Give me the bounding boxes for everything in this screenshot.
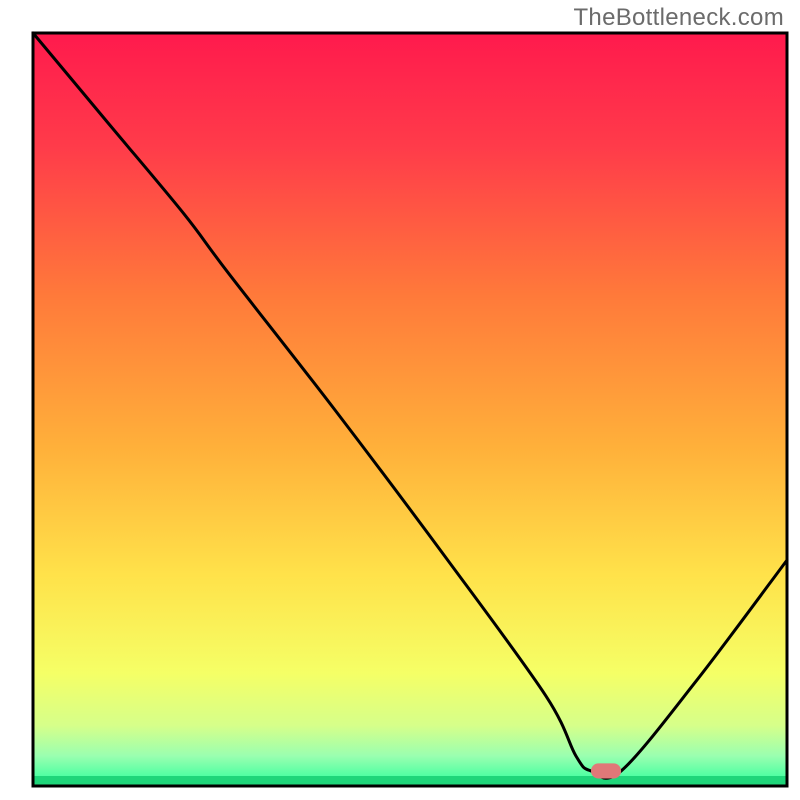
chart-container: { "watermark": "TheBottleneck.com", "cha… [0, 0, 800, 800]
optimum-marker [591, 763, 621, 778]
gradient-background [33, 33, 787, 786]
bottleneck-chart [0, 0, 800, 800]
